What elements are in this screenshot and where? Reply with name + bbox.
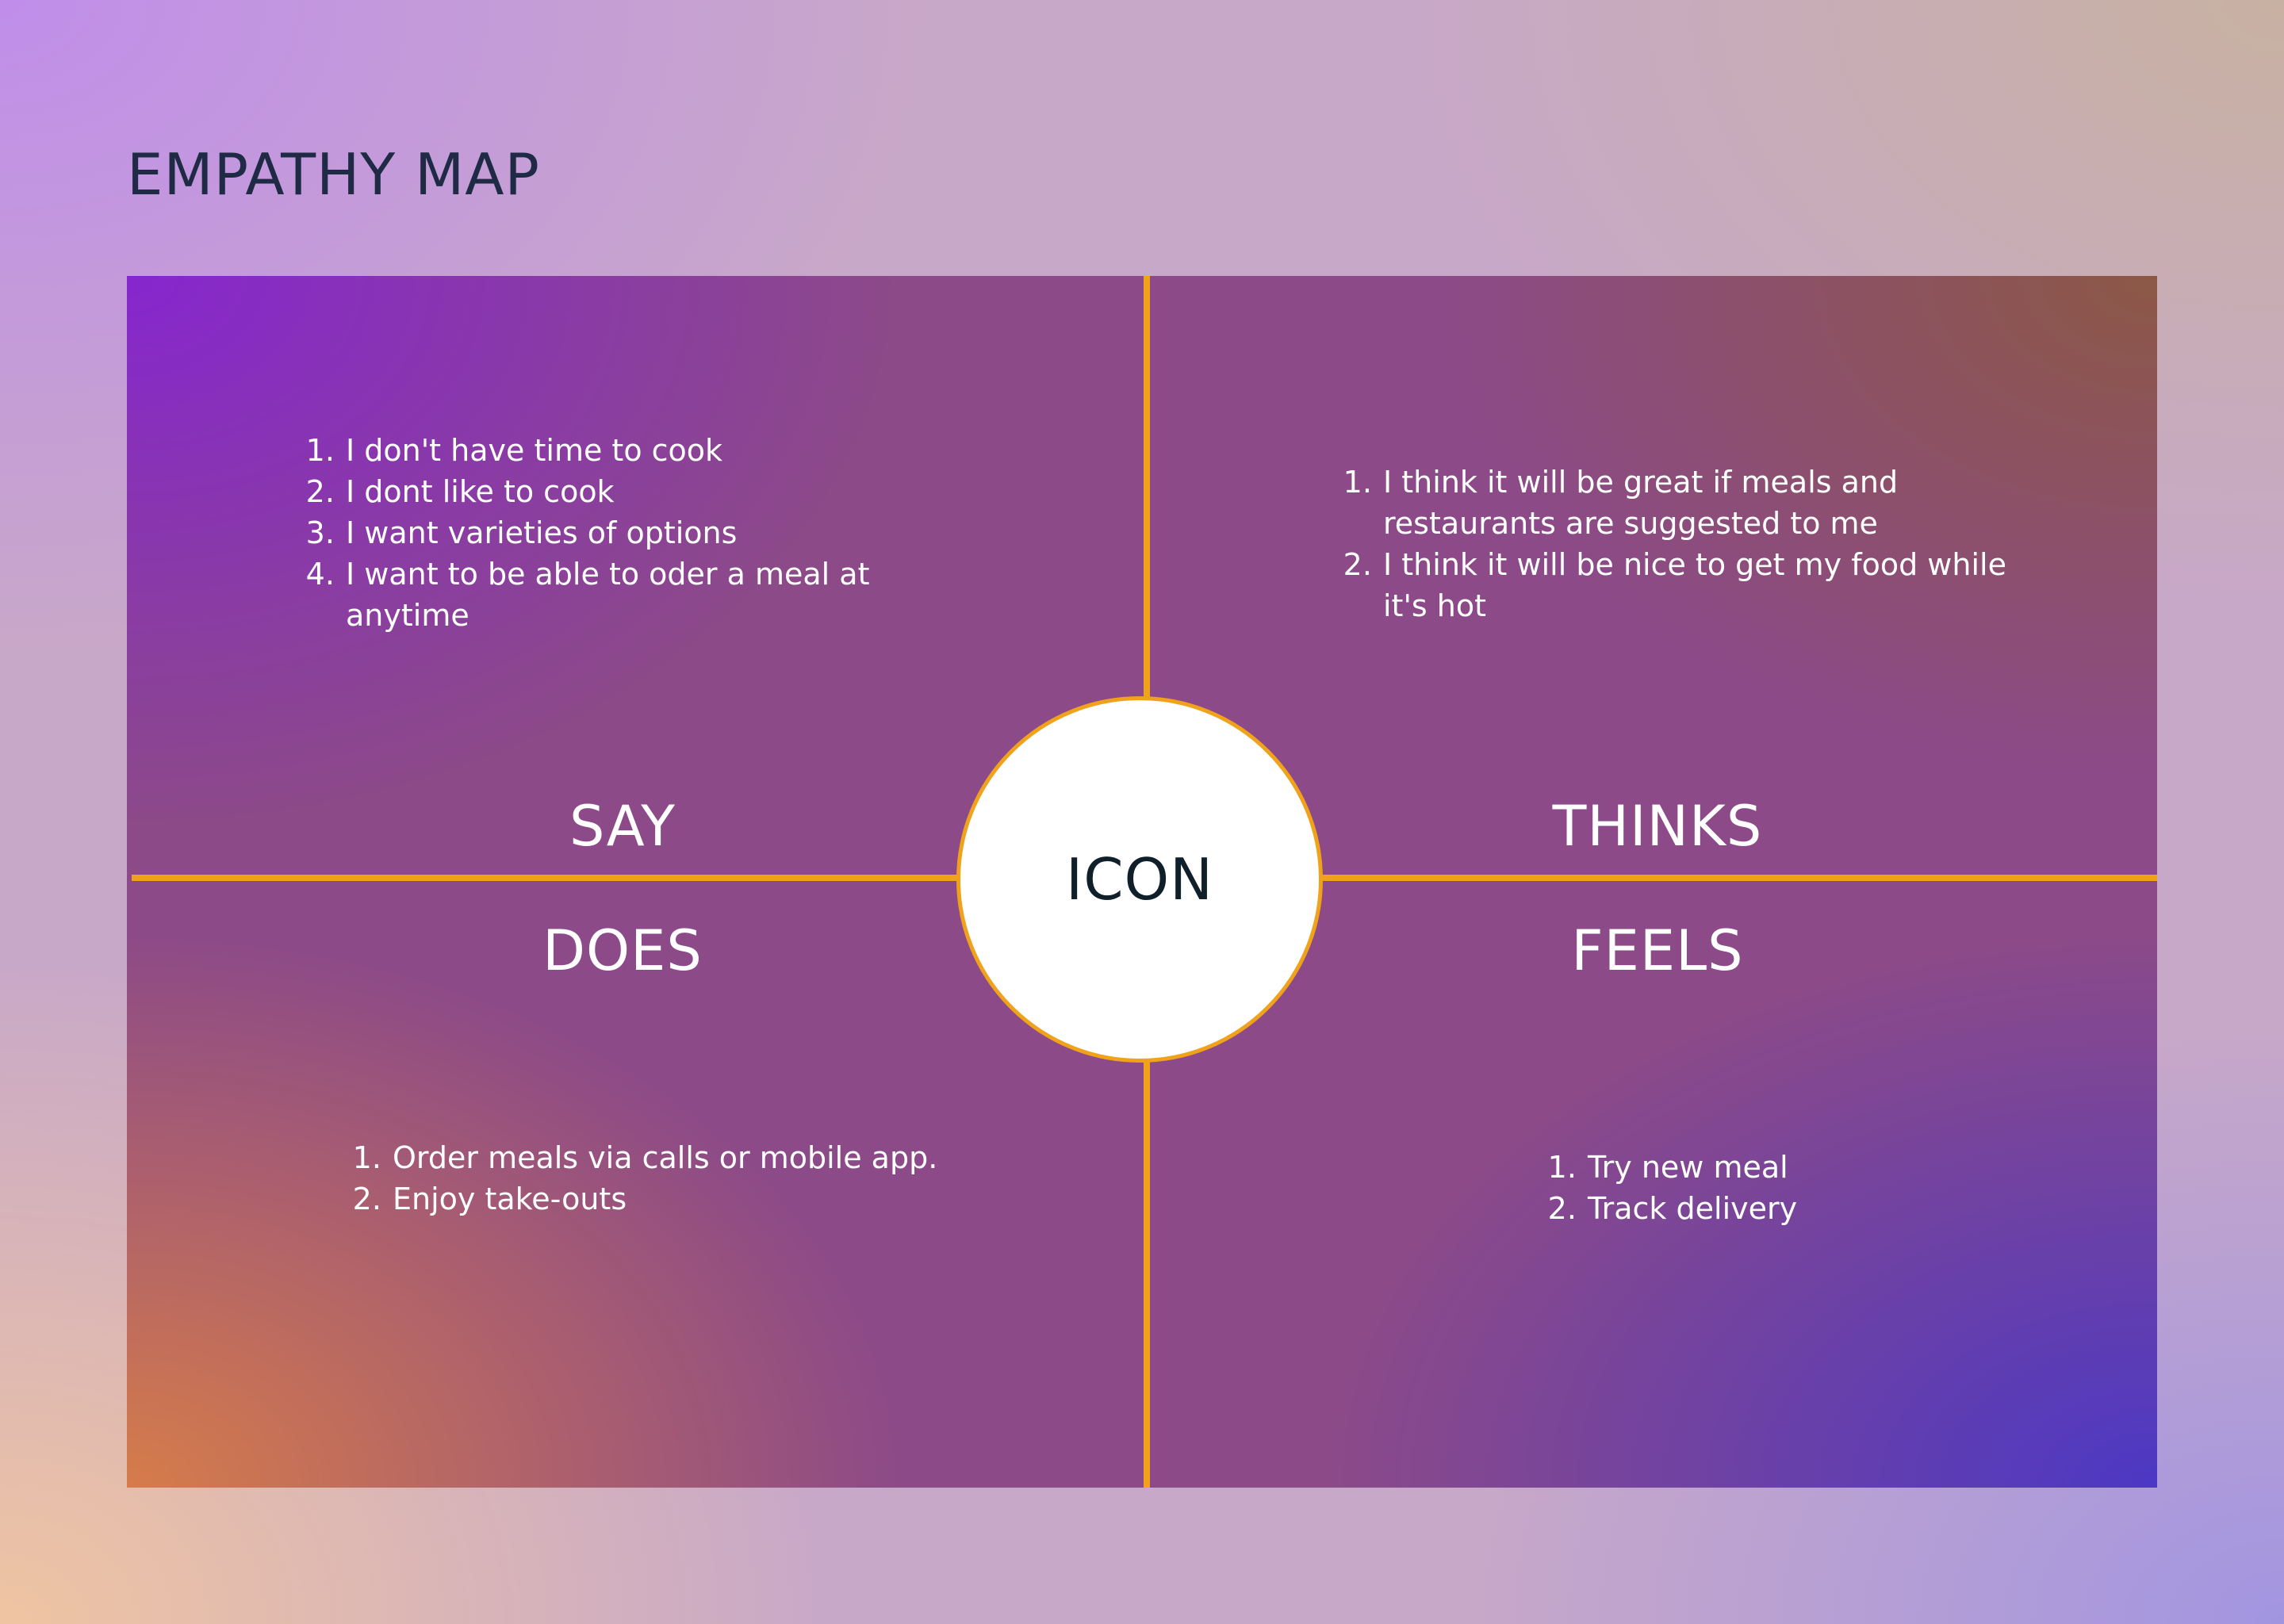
feels-item: Try new meal [1586,1147,1983,1188]
empathy-map-board: I don't have time to cook I dont like to… [127,276,2157,1488]
does-title: DOES [542,918,703,983]
thinks-title: THINKS [1552,794,1763,859]
center-icon-circle: ICON [956,696,1323,1063]
says-list: I don't have time to cook I dont like to… [309,430,915,636]
does-item: Enjoy take-outs [391,1178,994,1220]
says-item: I dont like to cook [344,471,915,512]
does-list: Order meals via calls or mobile app. Enj… [356,1137,994,1220]
thinks-item: I think it will be nice to get my food w… [1382,544,2016,626]
feels-title: FEELS [1571,918,1744,983]
thinks-item: I think it will be great if meals and re… [1382,462,2016,544]
thinks-list: I think it will be great if meals and re… [1347,462,2016,626]
says-title: SAY [569,794,676,859]
does-item: Order meals via calls or mobile app. [391,1137,994,1178]
says-item: I want varieties of options [344,512,915,553]
says-item: I don't have time to cook [344,430,915,471]
says-item: I want to be able to oder a meal at anyt… [344,553,915,636]
center-icon-label: ICON [1065,846,1214,913]
feels-list: Try new meal Track delivery [1551,1147,1983,1229]
feels-item: Track delivery [1586,1188,1983,1229]
page-title: EMPATHY MAP [127,141,540,208]
